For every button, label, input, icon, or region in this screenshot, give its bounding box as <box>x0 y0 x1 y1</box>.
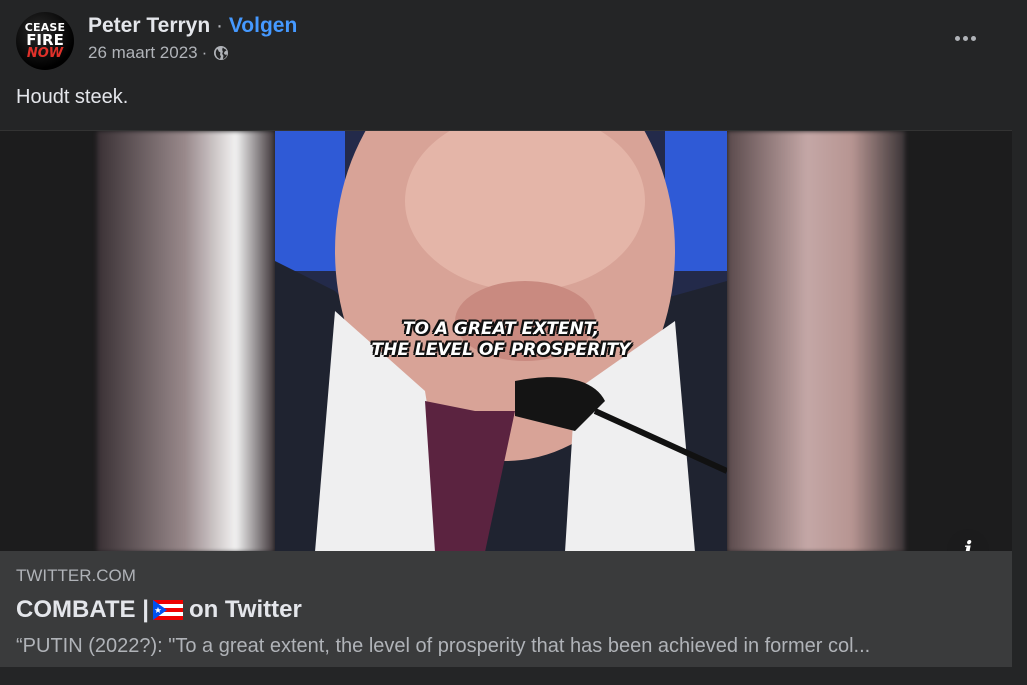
link-title-suffix: on Twitter <box>188 596 302 623</box>
post-header: CEASE FIRE NOW Peter Terryn · Volgen 26 … <box>16 12 297 70</box>
avatar[interactable]: CEASE FIRE NOW <box>16 12 74 70</box>
avatar-logo-text: NOW <box>26 46 64 61</box>
caption-line: TO A GREAT EXTENT, <box>402 319 600 339</box>
link-description: “PUTIN (2022?): "To a great extent, the … <box>16 635 871 657</box>
separator: · <box>216 14 224 37</box>
follow-button[interactable]: Volgen <box>229 14 297 37</box>
link-title-prefix: COMBATE | <box>16 596 149 623</box>
post-date[interactable]: 26 maart 2023 <box>88 43 198 63</box>
link-title[interactable]: COMBATE | on Twitter <box>16 596 302 624</box>
caption-line: THE LEVEL OF PROSPERITY <box>371 340 631 360</box>
blurred-background-right <box>727 131 905 552</box>
post-bottom-divider <box>0 667 1027 685</box>
video-thumbnail[interactable]: TO A GREAT EXTENT, THE LEVEL OF PROSPERI… <box>0 130 1012 552</box>
globe-icon[interactable] <box>213 45 229 61</box>
author-row: Peter Terryn · Volgen <box>88 13 297 39</box>
post-text: Houdt steek. <box>16 86 129 108</box>
date-row: 26 maart 2023 · <box>88 43 297 63</box>
video-caption: TO A GREAT EXTENT, THE LEVEL OF PROSPERI… <box>275 319 727 361</box>
separator: · <box>201 43 208 62</box>
link-preview-card[interactable]: TWITTER.COM COMBATE | on Twitter “PUTIN … <box>0 551 1012 667</box>
more-options-icon[interactable] <box>953 26 977 50</box>
author-name[interactable]: Peter Terryn <box>88 14 210 37</box>
link-domain: TWITTER.COM <box>16 566 136 585</box>
video-frame[interactable]: TO A GREAT EXTENT, THE LEVEL OF PROSPERI… <box>275 131 727 552</box>
puerto-rico-flag-icon <box>152 600 183 620</box>
facebook-post: CEASE FIRE NOW Peter Terryn · Volgen 26 … <box>0 0 1027 685</box>
post-meta: Peter Terryn · Volgen 26 maart 2023 · <box>88 14 297 63</box>
blurred-background-left <box>97 131 275 552</box>
